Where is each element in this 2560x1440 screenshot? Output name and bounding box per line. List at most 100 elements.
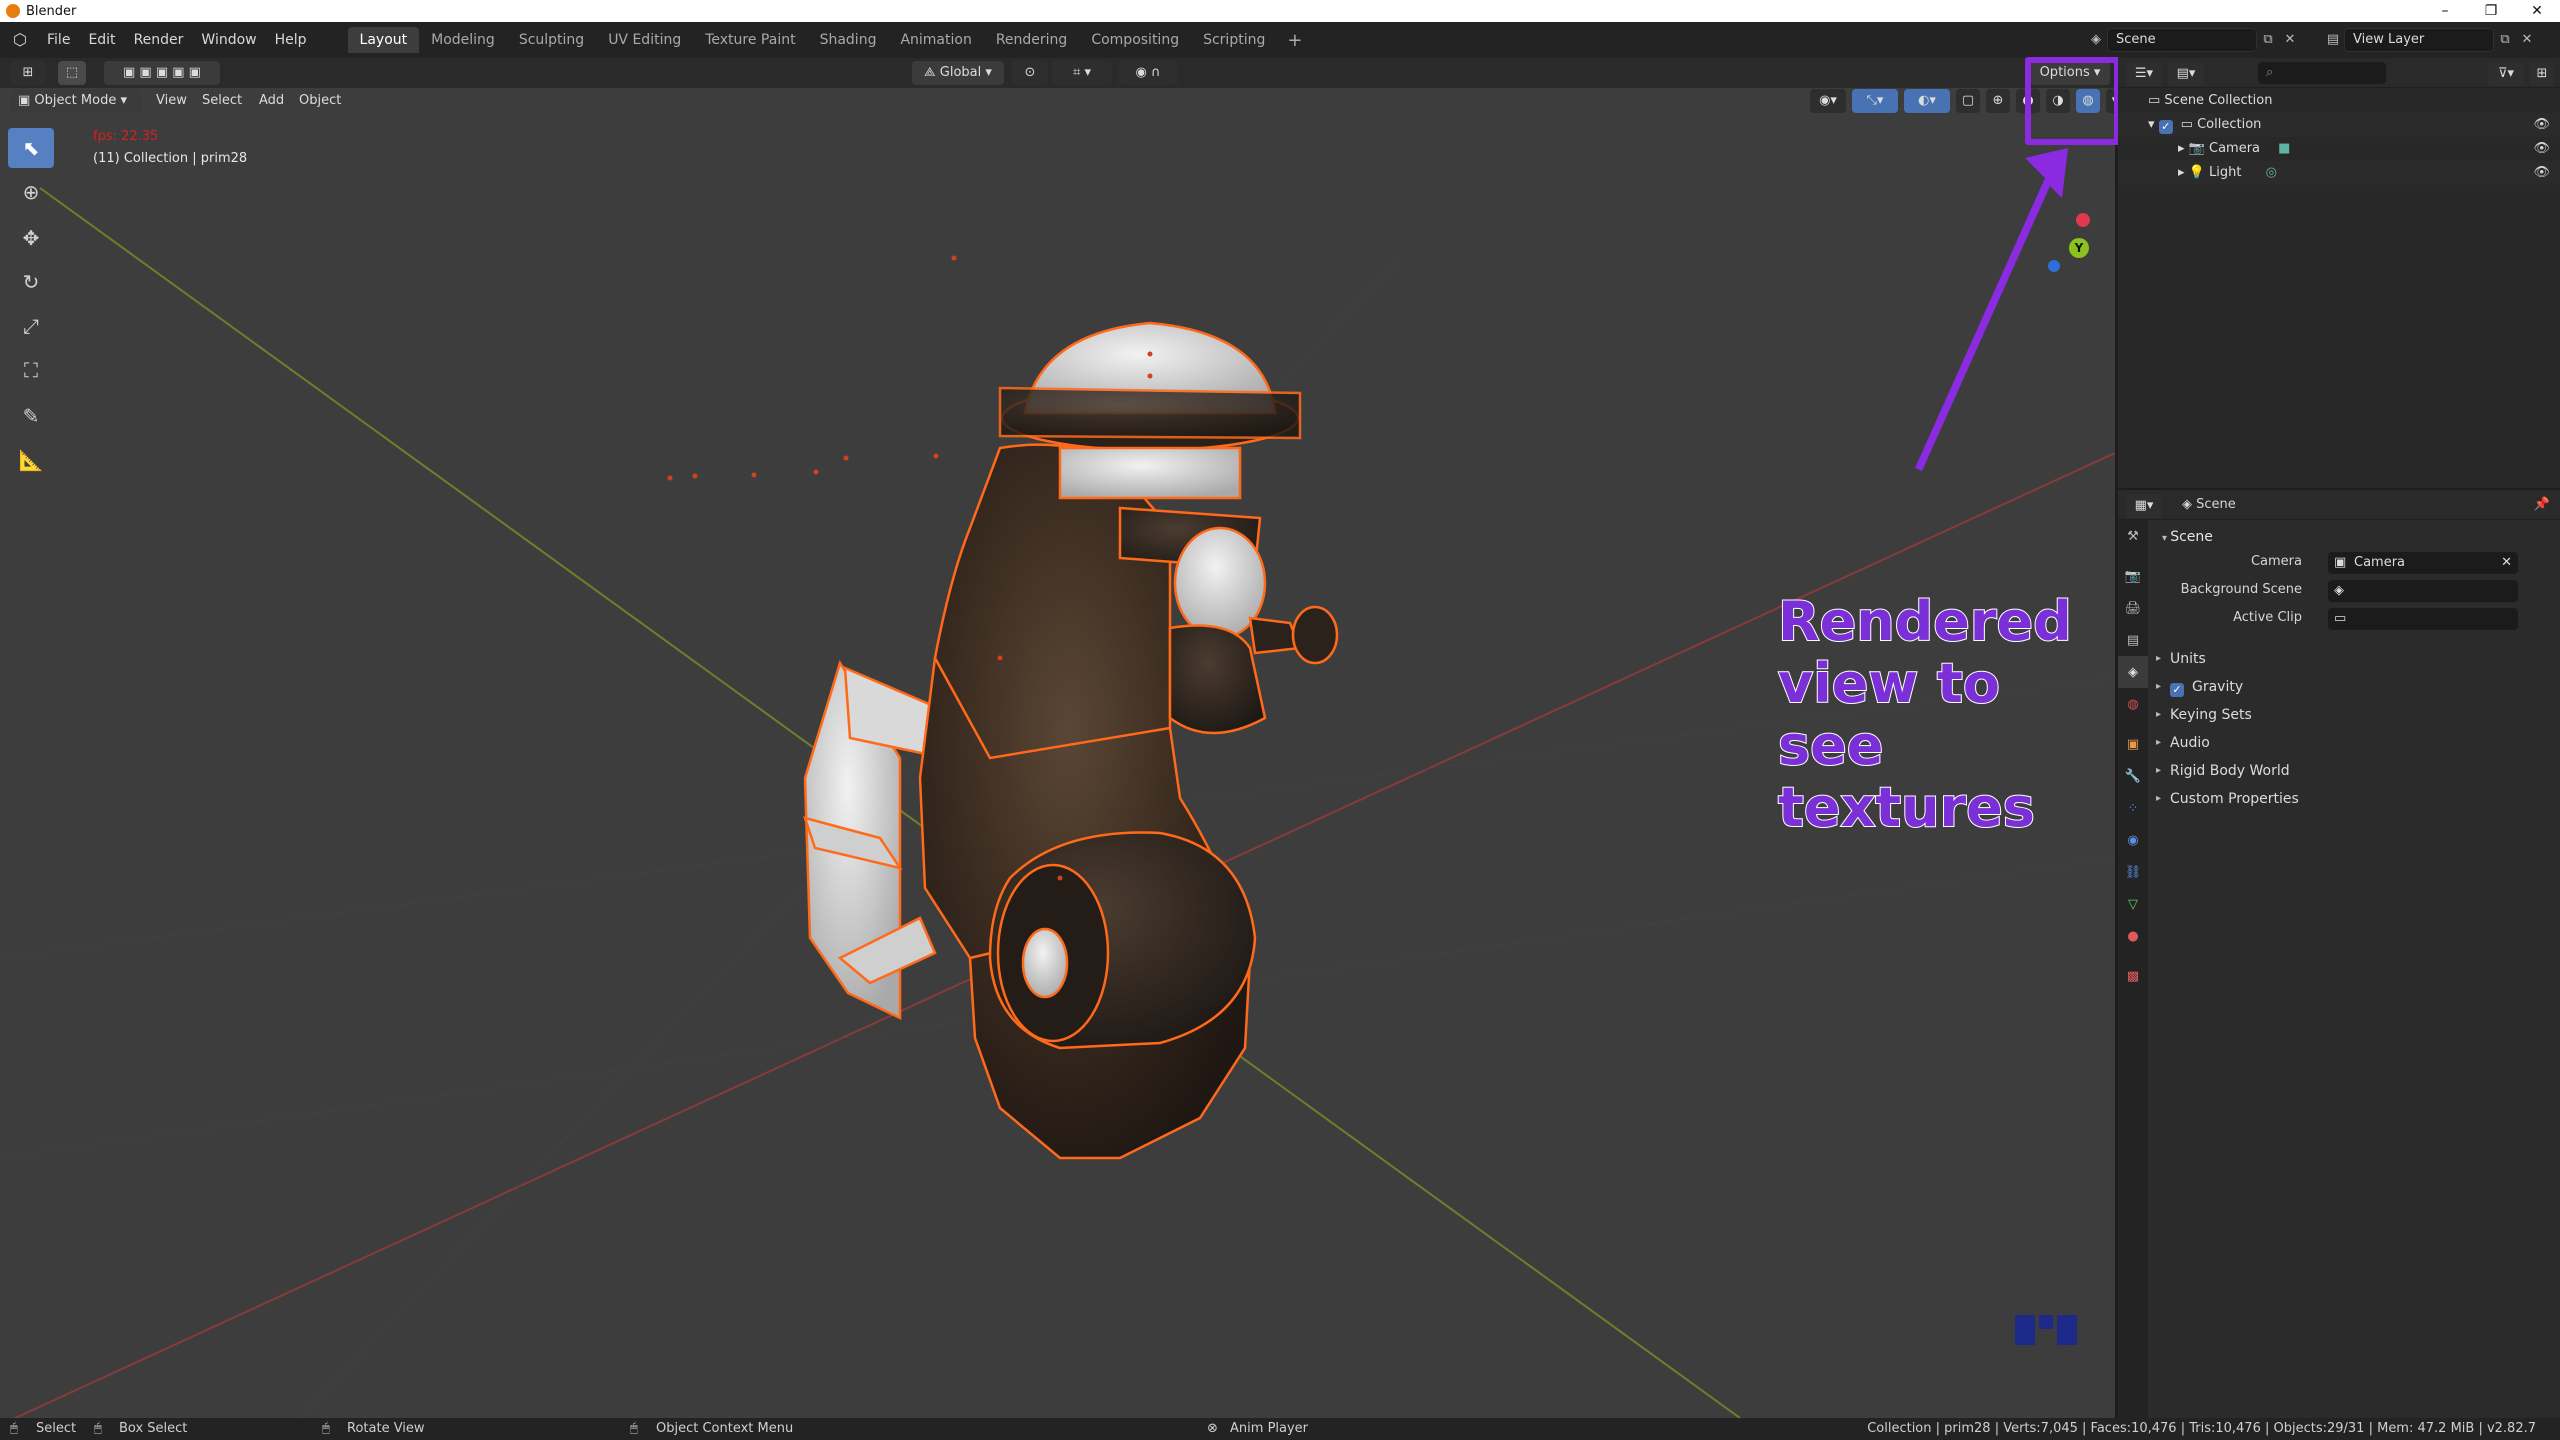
delete-view-layer-icon[interactable]: ✕	[2516, 29, 2538, 51]
new-scene-icon[interactable]: ⧉	[2257, 29, 2279, 51]
output-tab-icon[interactable]: 🖨	[2118, 592, 2148, 624]
view-layer-name-field[interactable]: View Layer	[2344, 28, 2494, 52]
annotate-tool-icon[interactable]: ✎	[8, 396, 54, 436]
maximize-button[interactable]: ❐	[2468, 0, 2514, 22]
display-mode-icon[interactable]: ▤▾	[2168, 62, 2204, 86]
properties-editor-type-icon[interactable]: ▦▾	[2126, 494, 2162, 518]
constraints-tab-icon[interactable]: ⛓	[2118, 856, 2148, 888]
tab-animation[interactable]: Animation	[888, 27, 983, 53]
tab-rendering[interactable]: Rendering	[984, 27, 1080, 53]
transform-tool-icon[interactable]: ⛶	[8, 350, 54, 390]
cursor-tool-icon[interactable]: ⊕	[8, 172, 54, 212]
move-tool-icon[interactable]: ✥	[8, 218, 54, 258]
menu-render[interactable]: Render	[125, 22, 193, 58]
rotate-tool-icon[interactable]: ↻	[8, 262, 54, 302]
outliner-row-light[interactable]: ▸ 💡 Light ◎ 👁	[2118, 161, 2560, 185]
overlay-toggle-icon[interactable]: ◐▾	[1904, 89, 1950, 113]
gravity-checkbox[interactable]: ✓	[2170, 683, 2184, 697]
scene-browse-icon[interactable]: ◈	[2085, 29, 2107, 51]
selection-mode-buttons[interactable]: ▣ ▣ ▣ ▣ ▣	[104, 61, 220, 85]
tab-compositing[interactable]: Compositing	[1079, 27, 1191, 53]
collection-checkbox[interactable]: ✓	[2158, 120, 2173, 134]
tab-scripting[interactable]: Scripting	[1191, 27, 1277, 53]
new-collection-icon[interactable]: ⊞	[2530, 62, 2554, 86]
editor-type-icon[interactable]: ⊞	[10, 61, 46, 85]
select-tool-icon[interactable]: ⬚	[58, 61, 86, 85]
tab-texture-paint[interactable]: Texture Paint	[693, 27, 807, 53]
scene-name-field[interactable]: Scene	[2107, 28, 2257, 52]
outliner-editor-type-icon[interactable]: ☰▾	[2126, 62, 2162, 86]
new-view-layer-icon[interactable]: ⧉	[2494, 29, 2516, 51]
select-box-tool-icon[interactable]: ⬉	[8, 128, 54, 168]
close-window-button[interactable]: ✕	[2514, 0, 2560, 22]
outliner-row-camera[interactable]: ▸ 📷 Camera ■ 👁	[2118, 137, 2560, 161]
outliner-row-scene-collection[interactable]: ▭ Scene Collection	[2118, 89, 2560, 113]
clear-camera-icon[interactable]: ✕	[2501, 552, 2512, 574]
snapping-icon[interactable]: ⌗ ▾	[1052, 61, 1112, 85]
gravity-panel[interactable]: ▸ ✓ Gravity	[2152, 674, 2556, 700]
menu-edit[interactable]: Edit	[79, 22, 124, 58]
units-panel[interactable]: ▸ Units	[2152, 646, 2556, 672]
active-clip-field[interactable]: ▭	[2328, 608, 2518, 630]
tool-tab-icon[interactable]: ⚒	[2118, 520, 2148, 552]
cancel-anim-icon[interactable]: ⊗	[1207, 1421, 1222, 1436]
camera-field[interactable]: ▣ Camera ✕	[2328, 552, 2518, 574]
physics-tab-icon[interactable]: ◉	[2118, 824, 2148, 856]
menu-file[interactable]: File	[38, 22, 79, 58]
audio-panel[interactable]: ▸ Audio	[2152, 730, 2556, 756]
minimize-button[interactable]: –	[2422, 0, 2468, 22]
delete-scene-icon[interactable]: ✕	[2279, 29, 2301, 51]
viewport-menu-add[interactable]: Add	[253, 89, 290, 113]
outliner-search-input[interactable]: ⌕	[2258, 62, 2386, 84]
viewport-menu-select[interactable]: Select	[196, 89, 248, 113]
custom-properties-panel[interactable]: ▸ Custom Properties	[2152, 786, 2556, 812]
3d-viewport[interactable]: fps: 22.35 (11) Collection | prim28 Y Re…	[0, 58, 2115, 1418]
material-tab-icon[interactable]: ●	[2118, 920, 2148, 952]
anim-player-status[interactable]: ⊗ Anim Player	[1207, 1418, 1308, 1440]
filter-icon[interactable]: ⊽▾	[2488, 62, 2524, 86]
expand-chevron-icon[interactable]: ▸	[2178, 165, 2189, 180]
view-layer-browse-icon[interactable]: ▤	[2322, 29, 2344, 51]
rigid-body-world-panel[interactable]: ▸ Rigid Body World	[2152, 758, 2556, 784]
scale-tool-icon[interactable]: ⤢	[8, 306, 54, 346]
blender-menu-icon[interactable]: ⬡	[10, 30, 30, 50]
tab-shading[interactable]: Shading	[808, 27, 889, 53]
view-layer-tab-icon[interactable]: ▤	[2118, 624, 2148, 656]
proportional-editing-icon[interactable]: ◉ ∩	[1118, 61, 1178, 85]
transform-orientation-select[interactable]: ⟁ Global ▾	[912, 61, 1004, 85]
menu-help[interactable]: Help	[266, 22, 316, 58]
background-scene-field[interactable]: ◈	[2328, 580, 2518, 602]
data-tab-icon[interactable]: ▽	[2118, 888, 2148, 920]
scene-tab-icon[interactable]: ◈	[2118, 656, 2148, 688]
eye-icon[interactable]: 👁	[2533, 161, 2550, 185]
wireframe-shading-icon[interactable]: ⊕	[1986, 89, 2010, 113]
object-mode-select[interactable]: ▣ Object Mode ▾	[10, 89, 142, 113]
menu-window[interactable]: Window	[192, 22, 265, 58]
eye-icon[interactable]: 👁	[2533, 113, 2550, 137]
world-tab-icon[interactable]: ◍	[2118, 688, 2148, 720]
eye-icon[interactable]: 👁	[2533, 137, 2550, 161]
tab-sculpting[interactable]: Sculpting	[507, 27, 596, 53]
visibility-icon[interactable]: ◉▾	[1810, 89, 1846, 113]
viewport-menu-view[interactable]: View	[150, 89, 193, 113]
expand-chevron-icon[interactable]: ▸	[2178, 141, 2189, 156]
render-tab-icon[interactable]: 📷	[2118, 560, 2148, 592]
keying-sets-panel[interactable]: ▸ Keying Sets	[2152, 702, 2556, 728]
camera-data-icon[interactable]: ■	[2278, 141, 2290, 156]
scene-panel-header[interactable]: ▾ Scene	[2162, 524, 2213, 552]
outliner-row-collection[interactable]: ▾ ✓ ▭ Collection 👁	[2118, 113, 2560, 137]
pivot-point-icon[interactable]: ⊙	[1012, 61, 1048, 85]
pin-icon[interactable]: 📌	[2534, 494, 2550, 516]
object-tab-icon[interactable]: ▣	[2118, 728, 2148, 760]
gizmo-toggle-icon[interactable]: ⤡▾	[1852, 89, 1898, 113]
light-data-icon[interactable]: ◎	[2266, 165, 2277, 180]
add-workspace-button[interactable]: +	[1277, 30, 1312, 51]
particles-tab-icon[interactable]: ⁘	[2118, 792, 2148, 824]
tab-uv-editing[interactable]: UV Editing	[596, 27, 693, 53]
measure-tool-icon[interactable]: 📐	[8, 440, 54, 480]
viewport-menu-object[interactable]: Object	[293, 89, 347, 113]
tab-layout[interactable]: Layout	[347, 27, 420, 53]
tab-modeling[interactable]: Modeling	[419, 27, 507, 53]
texture-tab-icon[interactable]: ▩	[2118, 960, 2148, 992]
expand-chevron-icon[interactable]: ▾	[2148, 117, 2159, 132]
